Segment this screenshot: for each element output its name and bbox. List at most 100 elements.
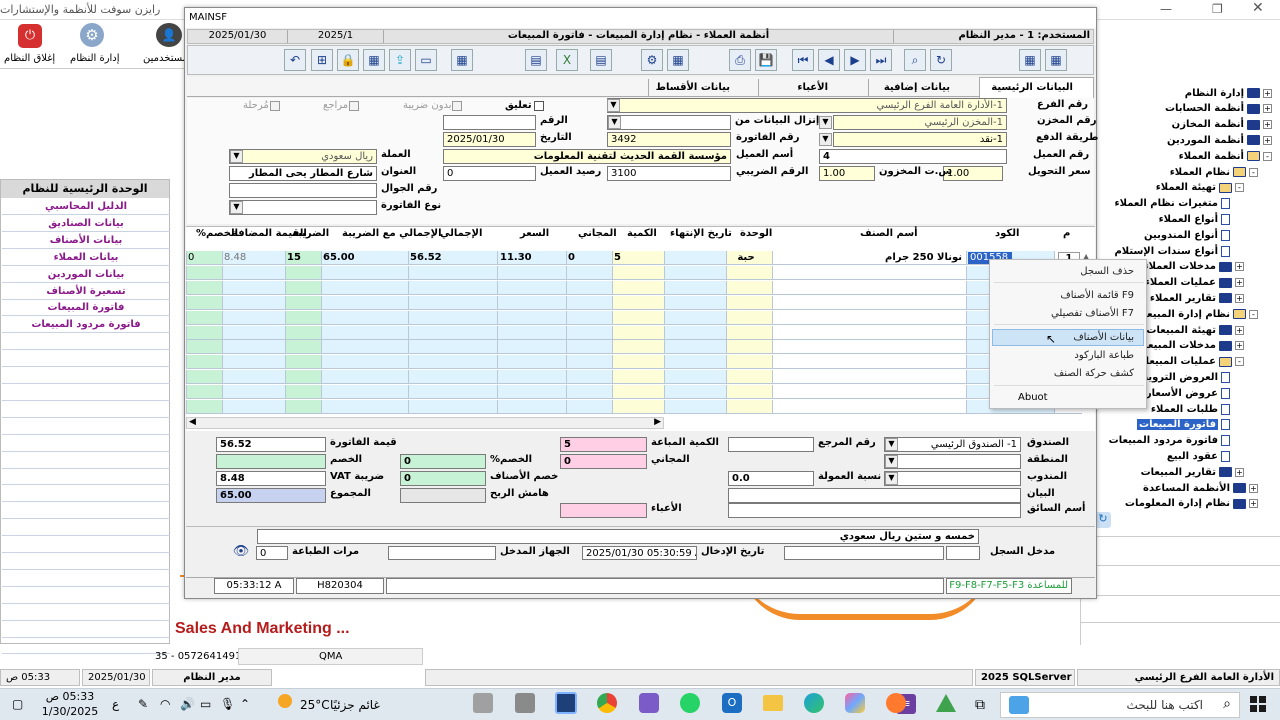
grid-cell[interactable] [408, 340, 497, 355]
expand-toggle-icon[interactable]: + [1235, 325, 1244, 335]
grid-cell[interactable] [321, 325, 408, 340]
grid-cell[interactable] [186, 280, 222, 295]
tree-item[interactable]: - نظام العملاء [1170, 164, 1258, 180]
grid-cell[interactable] [408, 280, 497, 295]
expand-toggle-icon[interactable]: - [1235, 183, 1244, 193]
horizontal-scrollbar[interactable]: ◀ ▶ [186, 417, 664, 429]
eye-icon[interactable]: 👁 [230, 544, 252, 560]
menu-item-data[interactable]: بيانات الأصناف [1073, 332, 1134, 343]
grid-cell[interactable] [772, 325, 966, 340]
clock-date[interactable]: 1/30/2025 [40, 705, 100, 718]
gear-icon[interactable]: ⚙ [80, 23, 104, 47]
grid-cell[interactable] [186, 370, 222, 385]
left-panel-item[interactable]: بيانات الأصناف [2, 233, 170, 249]
grid-cell[interactable] [664, 280, 726, 295]
lock-icon[interactable]: 🔒 [337, 49, 359, 71]
grid-cell[interactable] [612, 385, 664, 400]
tab-extra[interactable]: بيانات إضافية [868, 79, 978, 97]
grid-cell[interactable] [408, 265, 497, 280]
chevron-down-icon[interactable]: ▼ [607, 99, 620, 112]
grid-cell[interactable] [186, 295, 222, 310]
microphone-icon[interactable]: 🎙 [220, 697, 235, 711]
box-field[interactable]: 1- الصندوق الرئيسي [884, 437, 1021, 452]
grid-cell[interactable] [612, 355, 664, 370]
grid-cell[interactable] [612, 295, 664, 310]
tree-item[interactable]: عقود البيع [1167, 448, 1230, 464]
grid-header[interactable]: الإجمالي مع الضريبة [342, 228, 442, 239]
grid-cell[interactable] [285, 325, 321, 340]
grid-header[interactable]: المجاني [578, 228, 617, 239]
settings-icon[interactable]: ⚙ [641, 49, 663, 71]
language-indicator[interactable]: ع [112, 697, 119, 711]
grid-cell[interactable] [321, 280, 408, 295]
left-panel-item[interactable] [2, 571, 170, 587]
row-price[interactable]: 11.30 [500, 252, 560, 263]
excel-icon[interactable]: X [556, 49, 578, 71]
left-panel-item[interactable]: الدليل المحاسبي [2, 199, 170, 215]
grid-cell[interactable] [285, 265, 321, 280]
grid-cell[interactable] [408, 295, 497, 310]
clock-time[interactable]: 05:33 ص [40, 690, 100, 703]
grid-cell[interactable] [772, 280, 966, 295]
grid-cell[interactable] [222, 340, 285, 355]
disc-pct-field[interactable]: 0 [400, 454, 486, 469]
grid-cell[interactable] [408, 370, 497, 385]
grid-cell[interactable] [222, 280, 285, 295]
drive-icon[interactable] [936, 694, 956, 712]
last-record-icon[interactable]: ⏭ [870, 49, 892, 71]
menu-print-barcode[interactable]: طباعة الباركود [1074, 350, 1134, 361]
grid-cell[interactable] [612, 310, 664, 325]
grid-cell[interactable] [222, 355, 285, 370]
expand-toggle-icon[interactable]: + [1235, 262, 1244, 272]
grid-icon[interactable]: ▦ [1045, 49, 1067, 71]
grid-cell[interactable] [222, 370, 285, 385]
grid-cell[interactable] [772, 340, 966, 355]
grid-cell[interactable] [566, 340, 612, 355]
grid-cell[interactable] [566, 265, 612, 280]
grid-cell[interactable] [726, 385, 772, 400]
firefox-icon[interactable] [886, 693, 906, 713]
left-panel-item[interactable] [2, 368, 170, 384]
expand-toggle-icon[interactable]: + [1249, 499, 1258, 509]
hang-checkbox[interactable] [534, 101, 544, 111]
tree-item[interactable]: + أنظمة المخازن [1172, 117, 1272, 133]
close-system-label[interactable]: إغلاق النظام [4, 53, 55, 64]
tree-item[interactable]: + تقارير المبيعات [1141, 464, 1244, 480]
stock-rate-field[interactable]: 1.00 [819, 166, 875, 181]
grid-cell[interactable] [497, 370, 566, 385]
grid-cell[interactable] [408, 355, 497, 370]
grid-header[interactable]: م [1063, 228, 1070, 239]
grid-cell[interactable] [772, 295, 966, 310]
grid-cell[interactable] [186, 385, 222, 400]
grid-icon[interactable]: ▦ [667, 49, 689, 71]
chevron-down-icon[interactable]: ▼ [230, 150, 243, 163]
grid-header[interactable]: القيمة المضافة [232, 228, 307, 239]
grid-cell[interactable] [612, 370, 664, 385]
tree-item[interactable]: + مدخلات العملاء [1143, 259, 1244, 275]
commission-field[interactable]: 0.0 [728, 471, 814, 486]
tree-item[interactable]: - أنظمة العملاء [1179, 148, 1272, 164]
grid-cell[interactable] [321, 370, 408, 385]
grid-header[interactable]: الكود [995, 228, 1019, 239]
grid-cell[interactable] [566, 310, 612, 325]
grid-cell[interactable] [566, 355, 612, 370]
left-panel-item[interactable] [2, 503, 170, 520]
menu-item-movement[interactable]: كشف حركة الصنف [1054, 368, 1134, 379]
power-icon[interactable]: ⏻ [18, 24, 42, 48]
tree-item[interactable]: فاتورة المبيعات [1137, 417, 1230, 433]
tree-item[interactable]: + نظام إدارة المعلومات [1125, 496, 1258, 512]
grid-cell[interactable] [726, 355, 772, 370]
tree-item[interactable]: متغيرات نظام العملاء [1115, 196, 1230, 212]
chevron-down-icon[interactable]: ▼ [885, 438, 898, 451]
tab-burdens[interactable]: الأعباء [758, 79, 868, 97]
tree-item[interactable]: + إدارة النظام [1185, 85, 1272, 101]
save-icon[interactable]: 💾 [755, 49, 777, 71]
grid-cell[interactable] [186, 325, 222, 340]
edge-icon[interactable] [804, 693, 824, 713]
hierarchy-icon[interactable]: ⊞ [311, 49, 333, 71]
tree-item[interactable]: فاتورة مردود المبيعات [1109, 433, 1230, 449]
tab-installments[interactable]: بيانات الأقساط [648, 79, 758, 97]
refresh-icon[interactable]: ↻ [1095, 512, 1111, 528]
grid-cell[interactable] [664, 340, 726, 355]
menu-delete-record[interactable]: حذف السجل [1080, 266, 1134, 277]
